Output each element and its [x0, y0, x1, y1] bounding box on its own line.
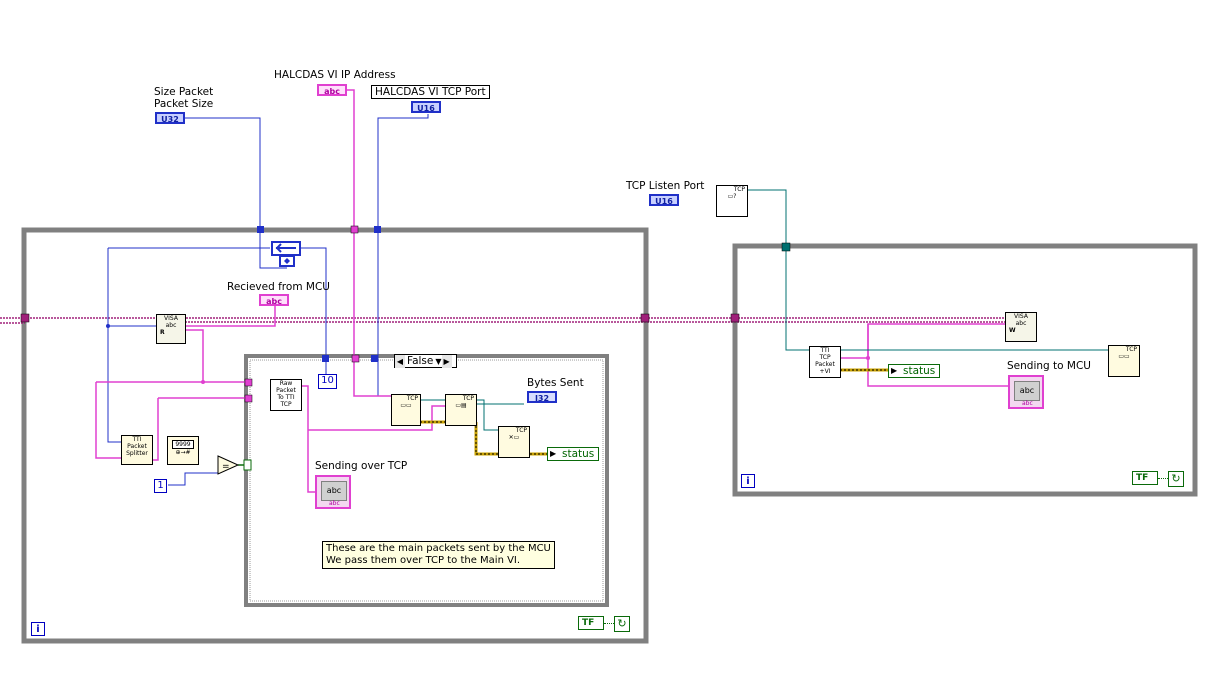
right-loop-stop-condition[interactable]: TF ↻	[1132, 471, 1186, 487]
right-stop-loop-icon[interactable]: ↻	[1168, 471, 1184, 487]
tcp-port-label: HALCDAS VI TCP Port	[371, 85, 490, 99]
size-packet-label-line2: Packet Size	[154, 98, 214, 110]
left-loop-stop-condition[interactable]: TF ↻	[578, 616, 632, 632]
tcp-listen-node[interactable]: TCP ▭?	[716, 185, 748, 217]
tcp-write-icon: ▭▤	[455, 402, 467, 409]
tcp-close-icon: ✕▭	[508, 434, 520, 441]
tti-tcp-packet-line4: +VI	[819, 368, 831, 375]
sending-to-mcu-label: Sending to MCU	[1007, 360, 1091, 372]
size-packet-terminal[interactable]: U32	[155, 112, 185, 124]
tcp-listen-port-label: TCP Listen Port	[626, 180, 705, 192]
tti-tcp-packet-line3: Packet	[815, 361, 835, 368]
ip-address-terminal[interactable]: abc	[317, 84, 347, 96]
case-selector-value: False	[407, 355, 434, 367]
visa-write-line1: VISA	[1014, 313, 1028, 320]
raw-packet-line1: Raw	[279, 380, 293, 387]
format-node[interactable]: 9999 ⊕→#	[167, 436, 199, 465]
left-while-loop-frame[interactable]	[21, 227, 649, 644]
raw-packet-line2: Packet	[276, 387, 296, 394]
sending-to-mcu-type: abc	[1022, 400, 1033, 407]
tti-tcp-packet-line2: TCP	[819, 354, 831, 361]
received-from-mcu-label: Recieved from MCU	[227, 281, 330, 293]
tcp-open-node[interactable]: TCP ▭▭	[391, 394, 421, 426]
case-next-arrow[interactable]: ▶	[441, 355, 452, 368]
visa-read-line3: R	[160, 329, 165, 336]
ip-address-label: HALCDAS VI IP Address	[274, 69, 396, 81]
tcp-port-terminal[interactable]: U16	[411, 101, 441, 113]
visa-write-node[interactable]: VISA abc W	[1005, 312, 1037, 342]
comment-note-line1: These are the main packets sent by the M…	[326, 543, 551, 554]
bytes-sent-label: Bytes Sent	[527, 377, 584, 389]
left-stop-boolean: TF	[578, 616, 604, 630]
tcp-read-node-right[interactable]: TCP ▭▭	[1108, 345, 1140, 377]
case-selector[interactable]: ◀ False ▼ ▶	[394, 354, 457, 368]
visa-write-line2: abc	[1015, 320, 1027, 327]
tcp-listen-label: TCP	[733, 186, 745, 193]
sending-to-mcu-indicator[interactable]: abc abc	[1008, 375, 1044, 409]
tcp-write-label: TCP	[462, 395, 474, 402]
visa-read-line2: abc	[165, 322, 177, 329]
tcp-read-right-label: TCP	[1125, 346, 1137, 353]
format-node-arrow-icon: ⊕→#	[175, 449, 191, 456]
tcp-close-node[interactable]: TCP ✕▭	[498, 426, 530, 458]
tcp-open-icon: ▭▭	[400, 402, 412, 409]
svg-text:=: =	[222, 462, 230, 472]
comment-note: These are the main packets sent by the M…	[322, 541, 555, 569]
tcp-open-label: TCP	[406, 395, 418, 402]
constant-one[interactable]: 1	[154, 479, 167, 493]
size-packet-label-line1: Size Packet	[154, 86, 214, 98]
packet-splitter-node[interactable]: TTI Packet Splitter	[121, 435, 153, 465]
sending-over-tcp-type: abc	[329, 500, 340, 507]
sending-over-tcp-indicator[interactable]: abc abc	[315, 475, 351, 509]
right-stop-boolean: TF	[1132, 471, 1158, 485]
tcp-listen-ear-icon: ▭?	[727, 193, 737, 200]
error-cluster-wires	[420, 368, 888, 456]
format-node-text: 9999	[172, 440, 194, 449]
tcp-connection-wires	[420, 189, 1108, 431]
size-packet-label: Size Packet Packet Size	[154, 86, 213, 110]
visa-write-line3: W	[1009, 327, 1016, 334]
tti-tcp-packet-node[interactable]: TTI TCP Packet +VI	[809, 346, 841, 378]
tcp-listen-port-terminal[interactable]: U16	[649, 194, 679, 206]
sending-over-tcp-display: abc	[321, 481, 347, 501]
packet-splitter-line2: Packet	[127, 443, 147, 450]
left-loop-iteration-terminal[interactable]: i	[31, 622, 45, 636]
packet-splitter-line1: TTI	[132, 436, 142, 443]
raw-packet-line3: To TTI	[277, 394, 295, 401]
tcp-read-right-icon: ▭▭	[1118, 353, 1130, 360]
sending-to-mcu-display: abc	[1014, 381, 1040, 401]
left-stop-loop-icon[interactable]: ↻	[614, 616, 630, 632]
right-loop-iteration-terminal[interactable]: i	[741, 474, 755, 488]
raw-packet-line4: TCP	[280, 401, 292, 408]
tcp-close-label: TCP	[515, 427, 527, 434]
constant-ten[interactable]: 10	[318, 374, 337, 389]
tti-tcp-packet-line1: TTI	[820, 347, 830, 354]
received-from-mcu-terminal[interactable]: abc	[259, 294, 289, 306]
raw-packet-to-tti-tcp-node[interactable]: Raw Packet To TTI TCP	[270, 379, 302, 411]
visa-resource-wire	[0, 317, 1010, 324]
packet-splitter-line3: Splitter	[126, 450, 148, 457]
visa-read-node[interactable]: VISA abc R	[156, 314, 186, 344]
case-prev-arrow[interactable]: ◀	[395, 355, 405, 368]
status-indicator-right[interactable]: status	[888, 364, 940, 378]
bytes-sent-terminal[interactable]: I32	[527, 391, 557, 403]
visa-read-line1: VISA	[164, 315, 178, 322]
tcp-write-node[interactable]: TCP ▭▤	[445, 394, 477, 426]
comment-note-line2: We pass them over TCP to the Main VI.	[326, 555, 521, 566]
status-indicator-left[interactable]: status	[547, 447, 599, 461]
sending-over-tcp-label: Sending over TCP	[315, 460, 408, 472]
